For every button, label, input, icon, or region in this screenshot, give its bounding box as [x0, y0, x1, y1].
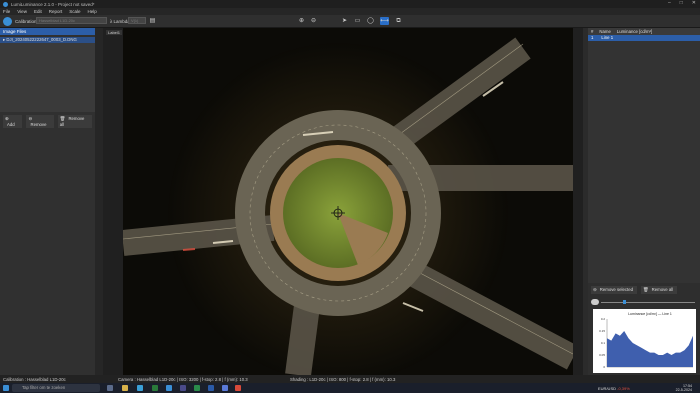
y-tick-label: 0.2	[601, 317, 606, 321]
luminance-chart-svg: Luminance [cd/m²] — Line 1 0.2 0.15 0.1 0.05…	[599, 312, 693, 369]
lambda-label: λ Lambda	[110, 19, 130, 24]
app-icon-6[interactable]	[180, 385, 186, 391]
image-files-header: Image Files	[0, 28, 95, 35]
lambda-select[interactable]: V(λ)	[128, 17, 146, 24]
currency-change: -0,39%	[617, 386, 630, 391]
add-button[interactable]: ⊕ Add	[3, 115, 23, 128]
range-slider[interactable]	[591, 298, 697, 306]
column-header-index: #	[591, 29, 594, 34]
row-name: Line 1	[601, 35, 614, 40]
menu-report[interactable]: Report	[49, 9, 63, 14]
toggle-knob[interactable]	[591, 299, 599, 305]
table-view-icon[interactable]: ▤	[148, 17, 157, 25]
file-name: DJI_20240522222647_0003_D.DNG	[6, 37, 77, 42]
remove-all-button[interactable]: 🗑 Remove all	[57, 115, 92, 128]
table-row[interactable]: 1 Line 1	[588, 35, 700, 41]
app-icon	[3, 1, 8, 7]
select-pointer-icon[interactable]: ➤	[340, 17, 349, 25]
start-icon[interactable]	[3, 385, 9, 391]
luminance-chart: Luminance [cd/m²] — Line 1 0.2 0.15 0.1 0.05…	[593, 309, 696, 373]
currency-pair: EUR/USD	[598, 386, 617, 391]
y-tick-label: 0.15	[599, 329, 605, 333]
measurements-table-header: # Name Luminance [cd/m²]	[588, 28, 700, 35]
measurements-table: 1 Line 1	[588, 35, 700, 283]
menu-view[interactable]: View	[17, 9, 27, 14]
calibration-select[interactable]: Hasselblad L1D-20c	[36, 17, 107, 24]
status-camera: Camera : Hasselblad L1D-20c | ISO: 3200 …	[118, 376, 248, 382]
zoom-out-icon[interactable]: ⊖	[309, 17, 318, 25]
maximize-icon[interactable]: □	[680, 0, 683, 6]
minimize-icon[interactable]: –	[668, 0, 671, 6]
camera-tool-icon[interactable]: ⧉	[394, 17, 403, 25]
rectangle-tool-icon[interactable]: ▭	[353, 17, 362, 25]
slider-handle[interactable]	[623, 300, 626, 304]
menu-help[interactable]: Help	[88, 9, 97, 14]
taskbar-search[interactable]: Tap filter om te zoeken	[12, 384, 100, 392]
window-title: LumiLuminance 2.1.0 - Project not saved*	[11, 1, 95, 7]
taskbar	[0, 383, 700, 393]
zoom-in-icon[interactable]: ⊕	[297, 17, 306, 25]
roundabout-night-image	[103, 28, 583, 383]
calibration-label: Calibration	[15, 19, 37, 24]
column-header-luminance: Luminance [cd/m²]	[616, 29, 653, 34]
luminance-area-series	[607, 331, 693, 367]
menu-bar: File View Edit Report Scale Help	[0, 8, 700, 15]
slider-track	[601, 302, 695, 303]
app-logo-icon	[3, 17, 12, 26]
menu-file[interactable]: File	[3, 9, 10, 14]
column-header-name: Name	[599, 29, 611, 34]
chart-title: Luminance [cd/m²] — Line 1	[628, 312, 672, 316]
status-shading: Shading : L1D-20c | ISO: 800 | f-stop: 2…	[290, 376, 396, 382]
status-calibration: Calibration : Hasselblad L1D-20c	[3, 376, 66, 382]
file-explorer-icon[interactable]	[122, 385, 128, 391]
edge-icon[interactable]	[137, 385, 143, 391]
menu-scale[interactable]: Scale	[69, 9, 80, 14]
y-tick-label: 0	[603, 365, 605, 369]
y-tick-label: 0.05	[599, 353, 605, 357]
close-icon[interactable]: ✕	[692, 0, 696, 6]
ellipse-tool-icon[interactable]: ◯	[366, 17, 375, 25]
teams-icon[interactable]	[222, 385, 228, 391]
panel-splitter[interactable]	[95, 28, 103, 375]
title-bar: LumiLuminance 2.1.0 - Project not saved*	[0, 0, 700, 8]
image-files-list: ▸ DJI_20240522222647_0003_D.DNG	[0, 37, 95, 112]
store-icon[interactable]	[152, 385, 158, 391]
lumi-app-icon[interactable]	[166, 385, 172, 391]
row-index: 1	[591, 35, 594, 40]
remove-button[interactable]: ⊖ Remove	[26, 115, 54, 128]
y-tick-label: 0.1	[601, 341, 606, 345]
remove-selected-button[interactable]: ⊖ Remove selected	[591, 286, 637, 294]
image-files-panel: Image Files ▸ DJI_20240522222647_0003_D.…	[0, 28, 95, 375]
task-view-icon[interactable]	[107, 385, 113, 391]
viewer-label: Label1	[106, 30, 123, 35]
status-bar: Calibration : Hasselblad L1D-20c Camera …	[0, 375, 700, 383]
list-item[interactable]: ▸ DJI_20240522222647_0003_D.DNG	[0, 37, 95, 43]
menu-edit[interactable]: Edit	[34, 9, 42, 14]
system-clock[interactable]: 17:54 22-5-2024	[676, 384, 692, 392]
excel-icon[interactable]	[194, 385, 200, 391]
image-viewer[interactable]	[103, 28, 583, 383]
remove-all-measurements-button[interactable]: 🗑 Remove all	[641, 286, 678, 294]
word-icon[interactable]	[208, 385, 214, 391]
clock-date: 22-5-2024	[675, 388, 692, 392]
line-tool-icon[interactable]: ⟷	[380, 17, 389, 25]
acrobat-icon[interactable]	[235, 385, 241, 391]
